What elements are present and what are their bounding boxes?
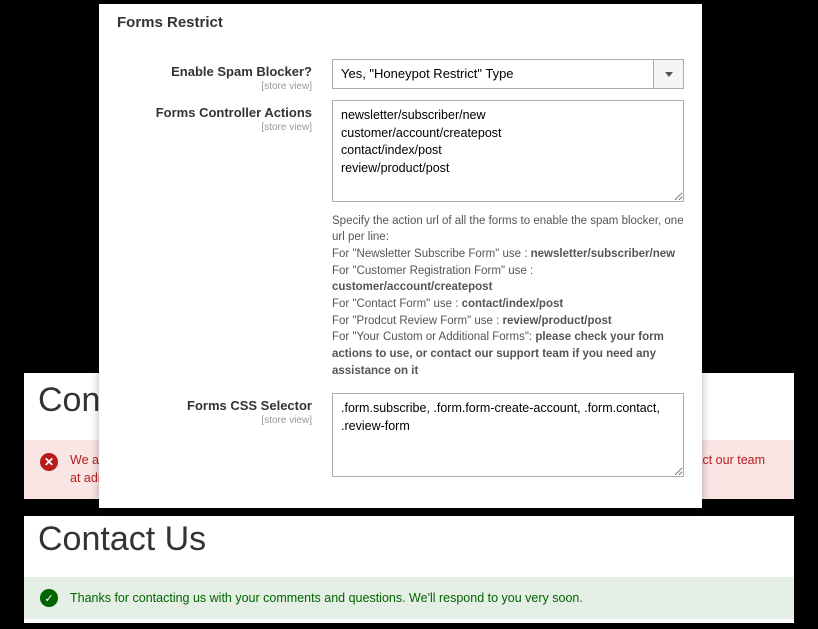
field-label: Forms Controller Actions	[117, 105, 312, 120]
chevron-down-icon[interactable]	[654, 59, 684, 89]
field-scope: [store view]	[117, 122, 312, 133]
field-label: Enable Spam Blocker?	[117, 64, 312, 79]
css-selector-textarea[interactable]	[332, 393, 684, 477]
success-banner: ✓ Thanks for contacting us with your com…	[24, 577, 794, 619]
controller-actions-textarea[interactable]	[332, 100, 684, 202]
field-scope: [store view]	[117, 415, 312, 426]
forms-restrict-panel: Forms Restrict Enable Spam Blocker? [sto…	[99, 4, 702, 508]
help-text: Specify the action url of all the forms …	[332, 213, 684, 380]
field-forms-controller-actions: Forms Controller Actions [store view] Sp…	[117, 100, 684, 379]
success-message: Thanks for contacting us with your comme…	[70, 591, 583, 605]
section-title: Forms Restrict	[117, 14, 684, 31]
select-value[interactable]: Yes, "Honeypot Restrict" Type	[332, 59, 654, 89]
page-title: Contact Us	[24, 516, 794, 577]
enable-select[interactable]: Yes, "Honeypot Restrict" Type	[332, 59, 684, 89]
field-scope: [store view]	[117, 81, 312, 92]
check-icon: ✓	[40, 589, 58, 607]
field-label: Forms CSS Selector	[117, 398, 312, 413]
field-enable-spam-blocker: Enable Spam Blocker? [store view] Yes, "…	[117, 59, 684, 92]
contact-page-success: Contact Us ✓ Thanks for contacting us wi…	[24, 516, 794, 623]
error-icon: ✕	[40, 453, 58, 471]
field-forms-css-selector: Forms CSS Selector [store view]	[117, 393, 684, 480]
